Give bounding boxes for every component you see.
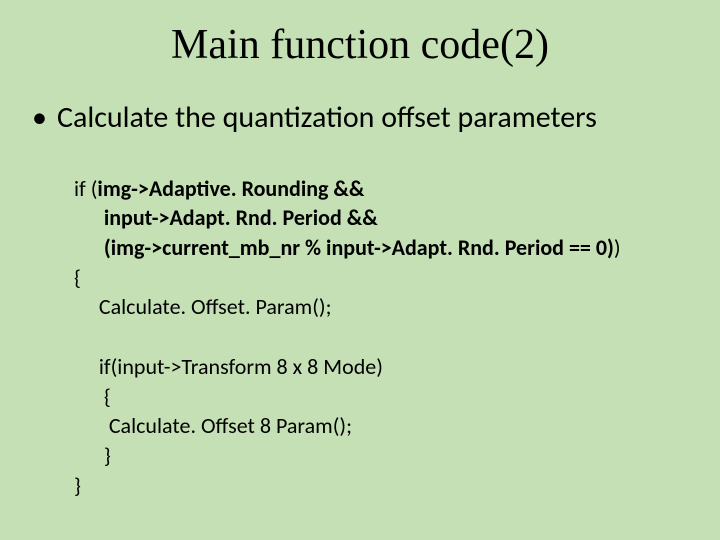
bullet-text: Calculate the quantization offset parame… (57, 100, 597, 136)
slide: Main function code(2) • Calculate the qu… (0, 0, 720, 540)
code-line-7: { (74, 383, 111, 410)
slide-body: • Calculate the quantization offset para… (30, 100, 690, 530)
code-line-4: { (74, 264, 81, 291)
close-paren: ) (614, 234, 621, 261)
if-keyword: if ( (74, 175, 97, 202)
code-blank (74, 323, 79, 350)
code-line-3: (img->current_mb_nr % input->Adapt. Rnd.… (74, 234, 621, 261)
code-block: if (img->Adaptive. Rounding && input->Ad… (74, 144, 690, 530)
code-line-8: Calculate. Offset 8 Param(); (74, 412, 352, 439)
code-line-10: } (74, 472, 81, 499)
code-line-6: if(input->Transform 8 x 8 Mode) (74, 353, 383, 380)
bullet-marker: • (30, 100, 47, 136)
cond-3: (img->current_mb_nr % input->Adapt. Rnd.… (74, 234, 614, 261)
code-line-2: input->Adapt. Rnd. Period && (74, 204, 378, 231)
code-line-9: } (74, 442, 111, 469)
bullet-item: • Calculate the quantization offset para… (30, 100, 690, 136)
slide-title: Main function code(2) (0, 22, 720, 68)
code-line-5: Calculate. Offset. Param(); (74, 293, 331, 320)
cond-1: img->Adaptive. Rounding && (97, 175, 364, 202)
code-line-1: if (img->Adaptive. Rounding && (74, 175, 364, 202)
